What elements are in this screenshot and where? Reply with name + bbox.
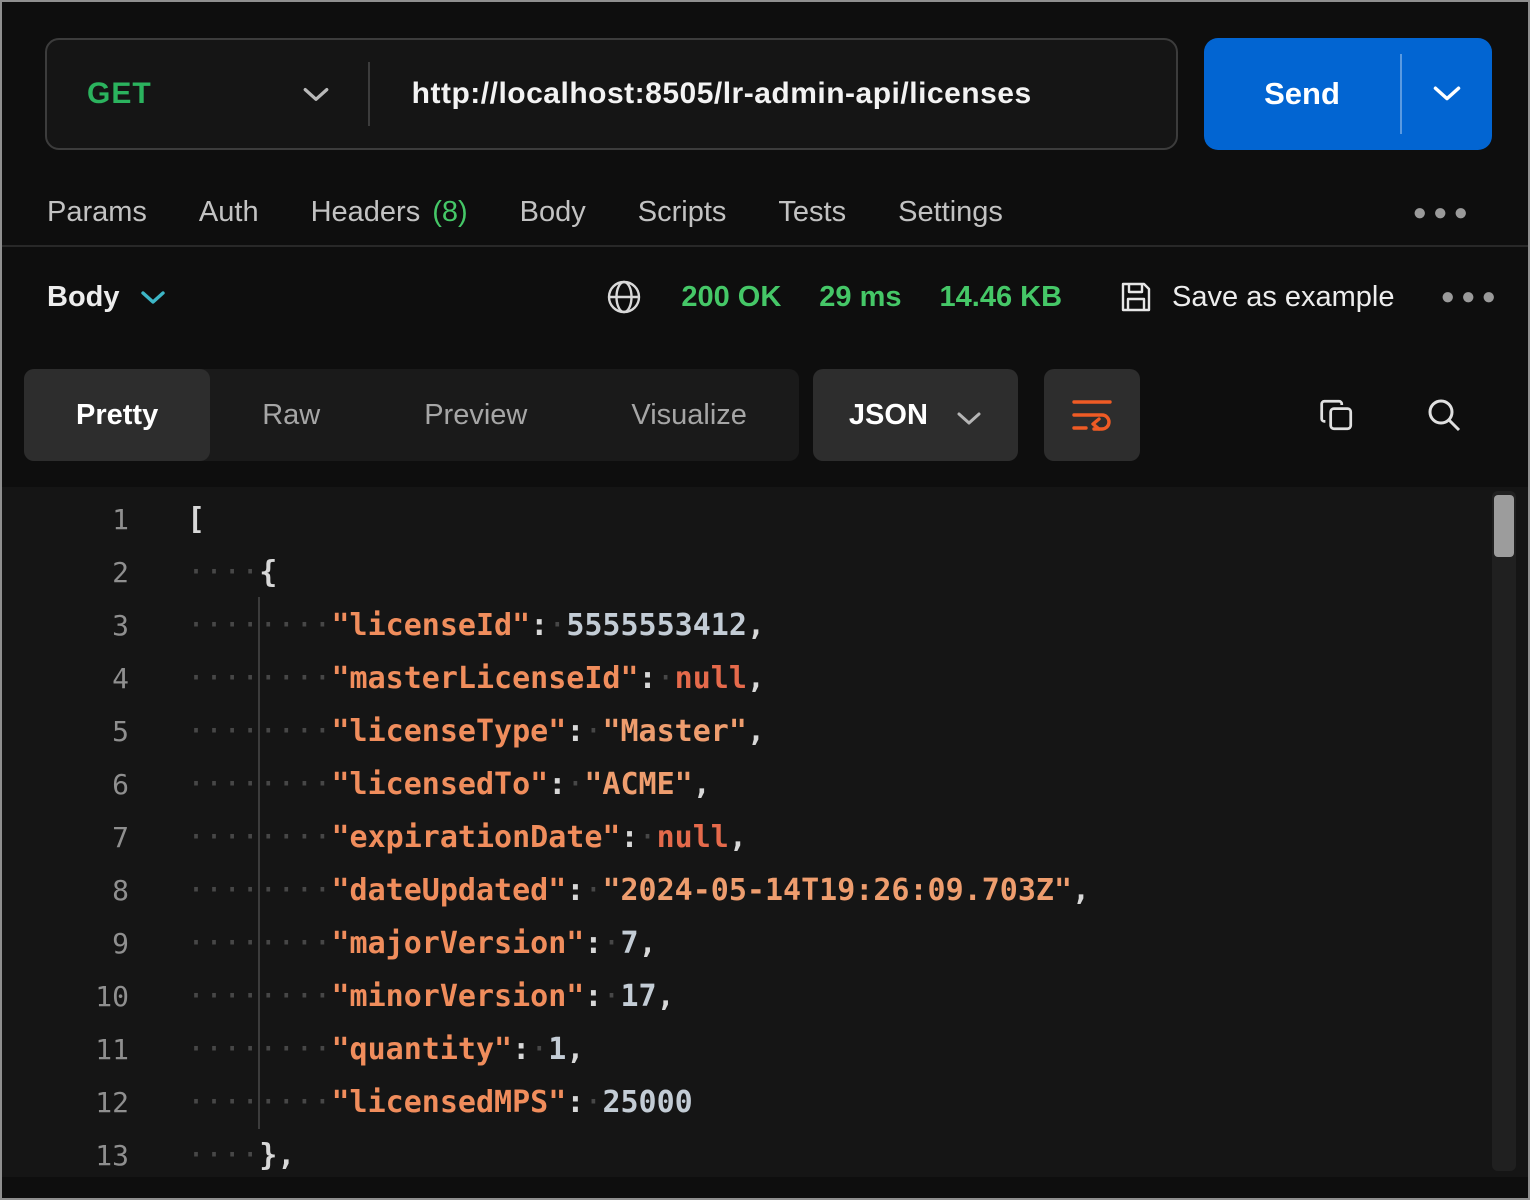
code-line: 9 ········"majorVersion":·7, [2, 917, 1528, 970]
code-line: 3 ········"licenseId":·5555553412, [2, 599, 1528, 652]
chevron-down-icon[interactable] [302, 86, 330, 109]
line-content: ····{ [187, 555, 277, 590]
globe-icon[interactable] [605, 278, 643, 316]
line-content: ········"licensedMPS":·25000 [187, 1085, 693, 1120]
line-number: 10 [2, 980, 129, 1013]
response-body-selector[interactable]: Body [47, 281, 166, 314]
response-time[interactable]: 29 ms [819, 281, 901, 314]
tab-visualize[interactable]: Visualize [579, 369, 799, 461]
send-button[interactable]: Send [1204, 38, 1400, 150]
code-line: 12 ········"licensedMPS":·25000 [2, 1076, 1528, 1129]
search-icon[interactable] [1424, 395, 1464, 435]
response-view-tabs: Pretty Raw Preview Visualize [24, 369, 799, 461]
save-icon [1118, 279, 1154, 315]
scrollbar-thumb[interactable] [1494, 495, 1514, 557]
more-options-icon[interactable]: ●●● [1413, 201, 1475, 225]
status-badge[interactable]: 200 OK [681, 281, 781, 314]
response-meta-right: 200 OK 29 ms 14.46 KB Save as example ●●… [605, 278, 1502, 316]
wrap-lines-button[interactable] [1044, 369, 1140, 461]
tab-body[interactable]: Body [520, 196, 586, 229]
code-line: 7 ········"expirationDate":·null, [2, 811, 1528, 864]
code-line: 5 ········"licenseType":·"Master", [2, 705, 1528, 758]
tab-settings[interactable]: Settings [898, 196, 1003, 229]
response-size[interactable]: 14.46 KB [940, 281, 1063, 314]
code-line: 13 ····}, [2, 1129, 1528, 1177]
toolbar-right [1318, 395, 1528, 435]
line-content: ····}, [187, 1138, 295, 1173]
line-number: 5 [2, 715, 129, 748]
tab-preview[interactable]: Preview [372, 369, 579, 461]
api-client-window: GET http://localhost:8505/lr-admin-api/l… [0, 0, 1530, 1200]
line-content: ········"dateUpdated":·"2024-05-14T19:26… [187, 873, 1090, 908]
line-number: 2 [2, 556, 129, 589]
send-button-group: Send [1204, 38, 1492, 150]
line-number: 6 [2, 768, 129, 801]
tab-headers-label: Headers [311, 196, 421, 229]
format-selector[interactable]: JSON [813, 369, 1018, 461]
save-as-example-button[interactable]: Save as example [1118, 279, 1394, 315]
code-line: 2 ····{ [2, 546, 1528, 599]
code-line: 8 ········"dateUpdated":·"2024-05-14T19:2… [2, 864, 1528, 917]
tab-params[interactable]: Params [47, 196, 147, 229]
tab-scripts[interactable]: Scripts [638, 196, 727, 229]
url-bar[interactable]: GET http://localhost:8505/lr-admin-api/l… [45, 38, 1178, 150]
response-toolbar: Pretty Raw Preview Visualize JSON [24, 369, 1528, 461]
line-number: 1 [2, 503, 129, 536]
code-lines: 1[2····{3········"licenseId":·5555553412… [2, 487, 1528, 1177]
line-content: [ [187, 502, 205, 537]
line-number: 4 [2, 662, 129, 695]
line-content: ········"licenseId":·5555553412, [187, 608, 765, 643]
response-body-label: Body [47, 281, 120, 314]
line-content: ········"masterLicenseId":·null, [187, 661, 765, 696]
code-line: 11 ········"quantity":·1, [2, 1023, 1528, 1076]
line-number: 13 [2, 1139, 129, 1172]
send-options-chevron-icon[interactable] [1402, 38, 1492, 150]
save-as-example-label: Save as example [1172, 281, 1394, 314]
request-tabs: Params Auth Headers (8) Body Scripts Tes… [47, 196, 1488, 229]
chevron-down-icon [956, 402, 982, 435]
line-content: ········"expirationDate":·null, [187, 820, 747, 855]
line-number: 12 [2, 1086, 129, 1119]
response-body-viewer: 1[2····{3········"licenseId":·5555553412… [2, 487, 1528, 1177]
line-number: 3 [2, 609, 129, 642]
tab-headers[interactable]: Headers (8) [311, 196, 468, 229]
response-meta-row: Body 200 OK 29 ms 14.46 KB Save as examp… [47, 265, 1502, 329]
request-bar: GET http://localhost:8505/lr-admin-api/l… [45, 38, 1492, 150]
line-number: 9 [2, 927, 129, 960]
line-content: ········"licenseType":·"Master", [187, 714, 765, 749]
tab-auth[interactable]: Auth [199, 196, 259, 229]
divider [368, 62, 370, 126]
copy-icon[interactable] [1318, 396, 1356, 434]
line-number: 11 [2, 1033, 129, 1066]
tab-raw[interactable]: Raw [210, 369, 372, 461]
line-content: ········"majorVersion":·7, [187, 926, 657, 961]
headers-count-badge: (8) [432, 196, 467, 229]
method-selector[interactable]: GET [47, 77, 152, 111]
chevron-down-icon [140, 290, 166, 311]
line-number: 8 [2, 874, 129, 907]
scrollbar-track[interactable] [1492, 491, 1516, 1171]
code-line: 10 ········"minorVersion":·17, [2, 970, 1528, 1023]
line-content: ········"minorVersion":·17, [187, 979, 675, 1014]
line-number: 7 [2, 821, 129, 854]
line-content: ········"quantity":·1, [187, 1032, 584, 1067]
line-content: ········"licensedTo":·"ACME", [187, 767, 711, 802]
code-line: 6 ········"licensedTo":·"ACME", [2, 758, 1528, 811]
divider [2, 245, 1528, 247]
response-more-options-icon[interactable]: ●●● [1441, 285, 1503, 309]
url-input[interactable]: http://localhost:8505/lr-admin-api/licen… [412, 77, 1032, 111]
code-line: 4 ········"masterLicenseId":·null, [2, 652, 1528, 705]
tab-tests[interactable]: Tests [778, 196, 846, 229]
format-label: JSON [849, 399, 928, 432]
code-line: 1[ [2, 493, 1528, 546]
tab-pretty[interactable]: Pretty [24, 369, 210, 461]
